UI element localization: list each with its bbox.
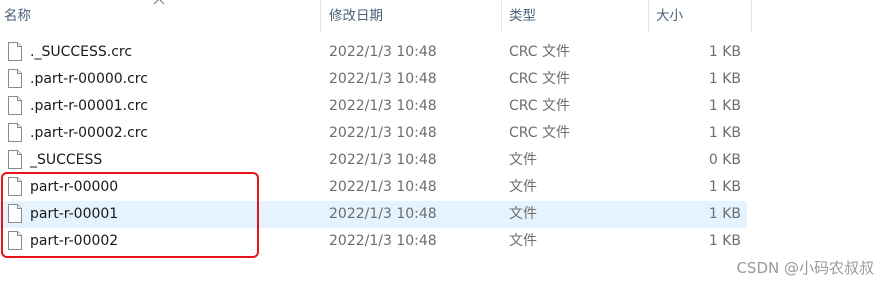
file-name: .part-r-00000.crc [30,71,148,87]
file-row[interactable]: part-r-00000 2022/1/3 10:48 文件 1 KB [0,174,747,201]
column-header-type[interactable]: 类型 [502,0,648,32]
file-explorer: 名称 修改日期 类型 大小 ._SUCCESS.crc 2022/1/3 10:… [0,0,886,285]
file-name: .part-r-00001.crc [30,98,148,114]
file-icon [8,204,22,223]
column-divider[interactable] [751,0,752,32]
file-size: 0 KB [708,152,741,168]
file-row[interactable]: .part-r-00002.crc 2022/1/3 10:48 CRC 文件 … [0,120,747,147]
file-type: CRC 文件 [509,125,571,141]
file-row[interactable]: .part-r-00001.crc 2022/1/3 10:48 CRC 文件 … [0,93,747,120]
column-header: 名称 修改日期 类型 大小 [0,0,752,32]
file-type: 文件 [509,206,537,222]
file-type: CRC 文件 [509,98,571,114]
file-name: .part-r-00002.crc [30,125,148,141]
file-type: 文件 [509,233,537,249]
column-header-size[interactable]: 大小 [649,0,752,32]
file-name: ._SUCCESS.crc [30,44,133,60]
file-size: 1 KB [708,44,741,60]
file-date: 2022/1/3 10:48 [329,152,437,168]
file-date: 2022/1/3 10:48 [329,71,437,87]
file-name: part-r-00001 [30,206,119,222]
file-date: 2022/1/3 10:48 [329,179,437,195]
file-type: CRC 文件 [509,44,571,60]
file-size: 1 KB [708,125,741,141]
file-size: 1 KB [708,233,741,249]
file-row-hovered[interactable]: part-r-00001 2022/1/3 10:48 文件 1 KB [0,201,747,228]
file-date: 2022/1/3 10:48 [329,125,437,141]
file-icon [8,150,22,169]
file-size: 1 KB [708,179,741,195]
file-size: 1 KB [708,71,741,87]
file-row[interactable]: _SUCCESS 2022/1/3 10:48 文件 0 KB [0,147,747,174]
file-type: 文件 [509,179,537,195]
file-name: _SUCCESS [30,152,103,168]
column-header-date[interactable]: 修改日期 [321,0,501,32]
file-size: 1 KB [708,98,741,114]
file-row[interactable]: .part-r-00000.crc 2022/1/3 10:48 CRC 文件 … [0,66,747,93]
sort-ascending-icon [153,0,165,5]
watermark: CSDN @小码农叔叔 [736,259,874,277]
file-icon [8,177,22,196]
file-name: part-r-00000 [30,179,119,195]
file-row[interactable]: ._SUCCESS.crc 2022/1/3 10:48 CRC 文件 1 KB [0,39,747,66]
file-row[interactable]: part-r-00002 2022/1/3 10:48 文件 1 KB [0,228,747,255]
file-date: 2022/1/3 10:48 [329,98,437,114]
file-date: 2022/1/3 10:48 [329,206,437,222]
file-size: 1 KB [708,206,741,222]
file-list: ._SUCCESS.crc 2022/1/3 10:48 CRC 文件 1 KB… [0,39,760,255]
file-type: CRC 文件 [509,71,571,87]
file-icon [8,123,22,142]
file-date: 2022/1/3 10:48 [329,44,437,60]
file-icon [8,96,22,115]
file-date: 2022/1/3 10:48 [329,233,437,249]
file-name: part-r-00002 [30,233,119,249]
file-icon [8,69,22,88]
file-type: 文件 [509,152,537,168]
file-icon [8,42,22,61]
file-icon [8,231,22,250]
